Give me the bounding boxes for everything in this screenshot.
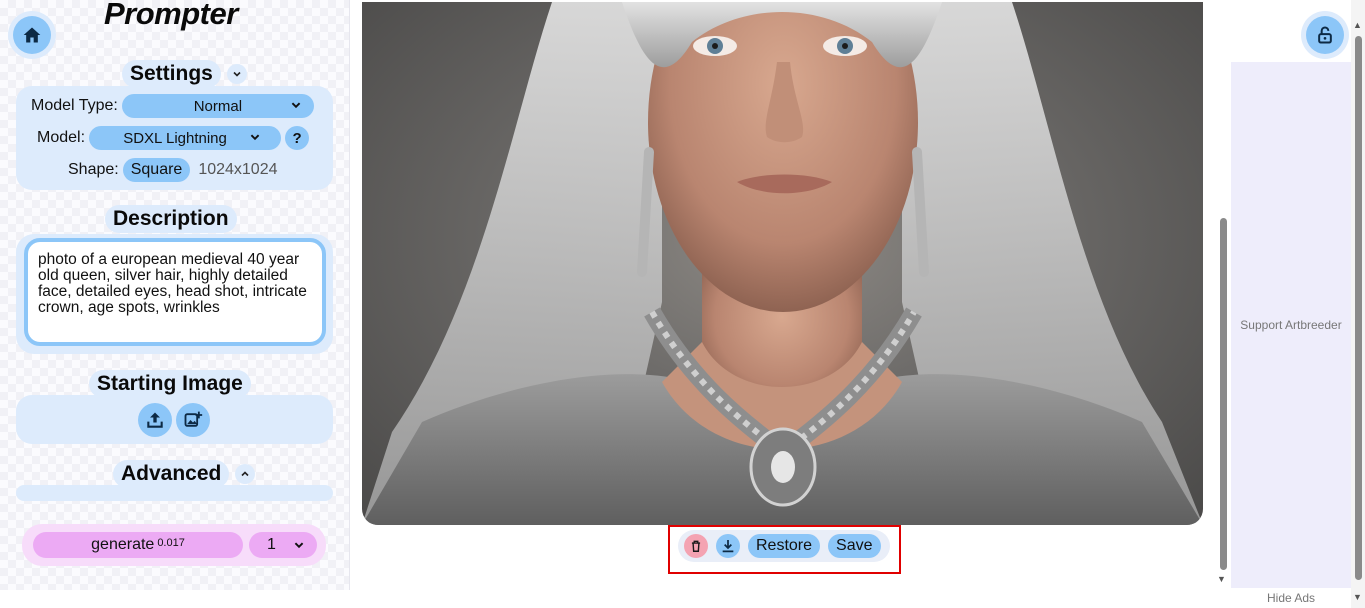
page-scroll-thumb[interactable] [1355, 36, 1362, 580]
starting-image-header: Starting Image [89, 370, 251, 398]
advanced-header[interactable]: Advanced [113, 460, 256, 488]
download-icon [722, 540, 734, 553]
starting-image-heading: Starting Image [89, 370, 251, 398]
model-row: Model: SDXL Lightning ? [37, 126, 310, 150]
scroll-down-arrow-icon[interactable]: ▼ [1217, 574, 1226, 584]
chevron-down-icon [250, 134, 260, 141]
add-photo-icon [184, 411, 203, 427]
content-scroll-thumb[interactable] [1220, 218, 1227, 570]
shape-label: Shape: [68, 161, 119, 178]
save-button[interactable]: Save [828, 534, 881, 558]
ad-slot[interactable]: Support Artbreeder [1231, 62, 1351, 588]
description-heading: Description [105, 205, 237, 233]
page-scroll-up-arrow-icon[interactable]: ▲ [1353, 20, 1362, 30]
generate-count-value: 1 [267, 536, 276, 553]
generate-cost: 0.017 [157, 537, 185, 549]
model-type-label: Model Type: [31, 97, 118, 114]
lock-button[interactable] [1301, 11, 1349, 59]
delete-button[interactable] [684, 534, 708, 558]
home-icon [23, 27, 41, 43]
advanced-panel [16, 485, 333, 501]
app-title: Prompter [104, 0, 238, 31]
generate-label: generate [91, 536, 155, 553]
support-artbreeder-text: Support Artbreeder [1240, 318, 1342, 332]
generated-image [362, 2, 1203, 525]
chevron-down-icon[interactable] [226, 64, 247, 84]
generate-count-select[interactable]: 1 [249, 532, 317, 558]
download-button[interactable] [716, 534, 740, 558]
upload-icon [147, 412, 163, 428]
chevron-down-icon [294, 542, 304, 549]
chevron-down-icon [291, 102, 301, 109]
restore-button[interactable]: Restore [748, 534, 821, 558]
trash-icon [691, 540, 701, 552]
description-header: Description [105, 205, 237, 233]
sidebar: Prompter Settings Model Type: Normal Mod… [0, 0, 350, 590]
add-image-button[interactable] [176, 403, 210, 437]
shape-dimensions: 1024x1024 [198, 161, 278, 178]
starting-image-panel [16, 395, 333, 444]
home-button[interactable] [8, 11, 56, 59]
generate-button[interactable]: generate 0.017 [33, 532, 243, 558]
chevron-up-icon[interactable] [235, 464, 256, 484]
settings-header[interactable]: Settings [122, 60, 247, 88]
page-scroll-down-arrow-icon[interactable]: ▼ [1353, 592, 1362, 602]
model-type-value: Normal [193, 97, 243, 115]
model-label: Model: [37, 129, 86, 146]
model-value: SDXL Lightning [123, 129, 227, 147]
generate-panel: generate 0.017 1 [22, 524, 326, 566]
settings-heading: Settings [122, 60, 221, 88]
description-panel: photo of a european medieval 40 year old… [16, 234, 333, 354]
upload-image-button[interactable] [138, 403, 172, 437]
unlock-icon [1318, 26, 1332, 44]
advanced-heading: Advanced [113, 460, 230, 488]
shape-row: Shape: Square 1024x1024 [68, 158, 278, 182]
shape-button[interactable]: Square [122, 158, 191, 182]
hide-ads-link[interactable]: Hide Ads [1231, 591, 1351, 605]
model-type-row: Model Type: Normal [31, 94, 314, 118]
portrait-image [362, 2, 1203, 525]
model-select[interactable]: SDXL Lightning [89, 126, 282, 150]
description-textarea[interactable]: photo of a european medieval 40 year old… [24, 238, 326, 346]
model-type-select[interactable]: Normal [121, 94, 314, 118]
image-toolbar: Restore Save [678, 530, 890, 562]
model-help-button[interactable]: ? [285, 126, 310, 150]
